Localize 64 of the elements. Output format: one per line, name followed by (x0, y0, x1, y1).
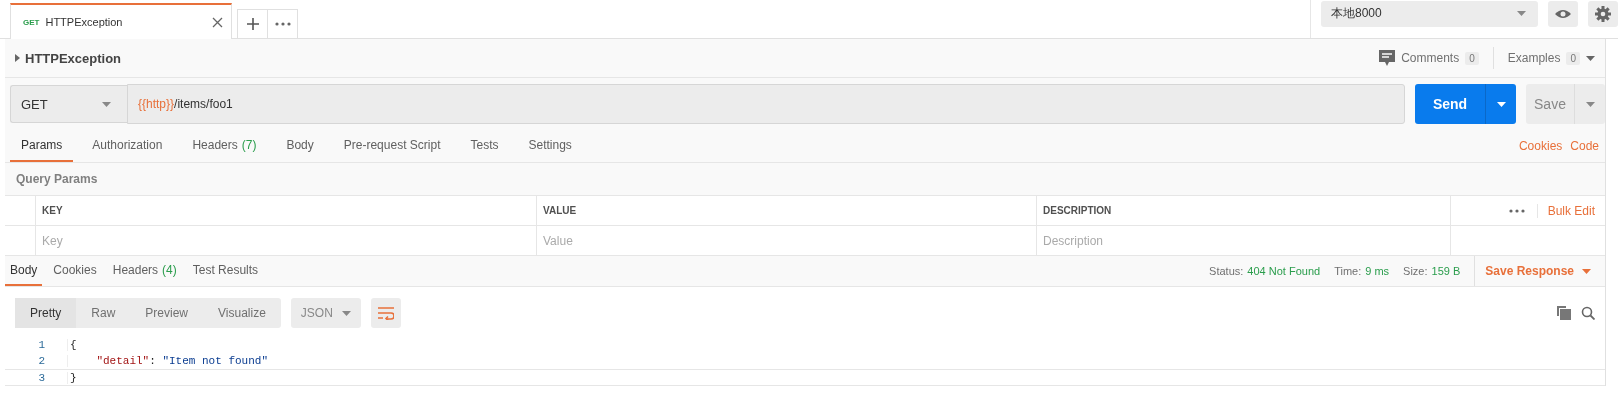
view-tab[interactable]: Preview (130, 298, 204, 328)
status-label: Time: (1334, 265, 1362, 277)
line-number: 3 (37, 371, 46, 384)
send-button[interactable]: Send (1415, 84, 1516, 124)
comments-count: 0 (1465, 51, 1479, 65)
tab[interactable]: Settings (517, 130, 583, 162)
line-number: 1 (37, 339, 46, 351)
settings-icon (1595, 5, 1611, 22)
code-line: { (67, 339, 77, 351)
status-label: Status: (1209, 265, 1244, 277)
more-icon[interactable] (1508, 208, 1525, 213)
environment-select[interactable]: 本地8000 (1321, 0, 1538, 27)
copy-icon[interactable] (1557, 306, 1571, 320)
bulk-edit-link[interactable]: Bulk Edit (1536, 203, 1595, 218)
search-icon[interactable] (1581, 306, 1595, 320)
code-line: } (67, 371, 77, 384)
examples-link[interactable]: Examples (1507, 51, 1561, 65)
plus-icon (246, 18, 259, 30)
tab[interactable]: Test Results (187, 256, 264, 286)
expand-icon[interactable] (15, 54, 20, 62)
tab-title: HTTPException (45, 16, 124, 28)
examples-count: 0 (1566, 51, 1580, 65)
tab[interactable]: Pre-request Script (332, 130, 452, 162)
view-tab[interactable]: Visualize (203, 298, 281, 328)
comment-icon (1379, 50, 1396, 66)
view-tab[interactable]: Pretty (15, 298, 77, 328)
more-icon (274, 22, 291, 26)
caret-icon (1585, 101, 1595, 107)
eye-icon (1555, 8, 1571, 19)
status-label: Size: (1403, 265, 1428, 277)
tab[interactable]: Cookies (48, 256, 102, 286)
caret-icon (1496, 101, 1506, 107)
url-field[interactable]: {{http}}/items/foo1 (127, 84, 1405, 124)
status-value: 9 ms (1365, 265, 1390, 277)
tab[interactable]: Headers (4) (107, 256, 182, 286)
status-value: 159 B (1431, 265, 1461, 277)
tab[interactable]: Authorization (81, 130, 174, 162)
comments-link[interactable]: Comments (1401, 51, 1460, 65)
tab[interactable]: Params (10, 130, 74, 162)
code-line: "detail": "Item not found" (67, 355, 269, 367)
eye-button[interactable] (1548, 0, 1578, 27)
caret-icon (1517, 11, 1526, 16)
close-icon[interactable] (212, 16, 223, 28)
wrap-icon (377, 306, 394, 320)
request-tab[interactable]: GET HTTPException (10, 3, 232, 39)
tab[interactable]: Body (275, 130, 325, 162)
caret-icon (341, 310, 351, 316)
column-header: DESCRIPTION (1036, 196, 1450, 226)
caret-icon (1582, 268, 1591, 274)
line-number: 2 (37, 355, 46, 367)
column-header: KEY (35, 196, 536, 226)
settings-button[interactable] (1588, 0, 1618, 27)
tab[interactable]: Headers (7) (181, 130, 268, 162)
caret-icon (102, 101, 111, 107)
request-name: HTTPException (25, 50, 122, 66)
new-tab-button[interactable] (237, 9, 268, 38)
caret-icon (1586, 55, 1595, 61)
method-select[interactable]: GET (10, 85, 127, 123)
column-header: VALUE (536, 196, 1036, 226)
section-title: Query Params (15, 171, 99, 188)
tab[interactable]: Tests (459, 130, 510, 162)
method-label: GET (23, 17, 40, 27)
status-value: 404 Not Found (1247, 265, 1321, 277)
view-tab[interactable]: Raw (76, 298, 131, 328)
